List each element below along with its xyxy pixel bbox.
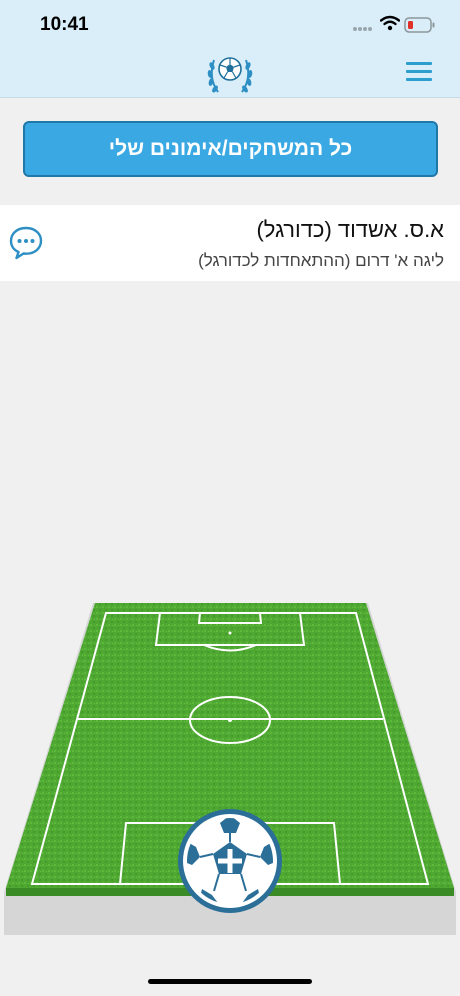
home-indicator[interactable]: [148, 979, 312, 984]
wifi-icon: [380, 15, 400, 31]
soccer-ball-plus-icon[interactable]: [176, 807, 284, 915]
status-bar: 10:41: [0, 0, 460, 50]
league-name: ליגה א' דרום (ההתאחדות לכדורגל): [198, 251, 444, 270]
chat-bubble-icon[interactable]: [8, 225, 44, 261]
app-header: [0, 50, 460, 98]
all-games-trainings-label: כל המשחקים/אימונים שלי: [108, 137, 353, 160]
all-games-trainings-button[interactable]: כל המשחקים/אימונים שלי: [23, 121, 438, 177]
hamburger-menu-icon[interactable]: [406, 62, 434, 84]
cellular-signal-icon: [353, 27, 372, 31]
soccer-ball-laurel-logo-icon: [207, 57, 253, 93]
status-time: 10:41: [40, 14, 89, 35]
battery-low-icon: [404, 17, 435, 33]
team-card[interactable]: א.ס. אשדוד (כדורגל) ליגה א' דרום (ההתאחד…: [0, 205, 460, 281]
team-name: א.ס. אשדוד (כדורגל): [256, 217, 444, 242]
